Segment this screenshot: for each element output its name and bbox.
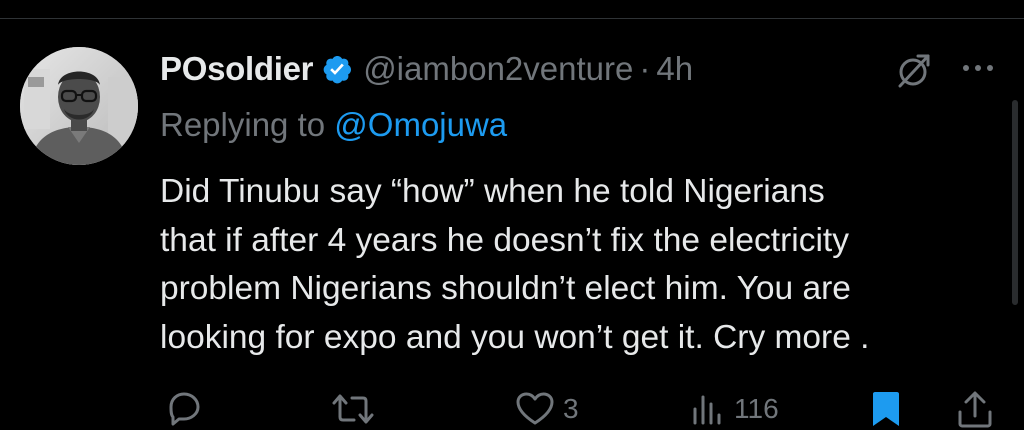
grok-icon[interactable] [894,54,934,88]
like-count: 3 [563,393,579,424]
tweet-text-line: problem Nigerians shouldn’t elect him. Y… [160,270,851,307]
avatar-photo [20,47,138,165]
retweet-button[interactable] [330,388,376,430]
tweet-text-line: Did Tinubu say “how” when he told Nigeri… [160,173,825,210]
like-button[interactable]: 3 [515,388,579,430]
replying-prefix: Replying to [160,106,326,143]
replying-to: Replying to @Omojuwa [160,106,507,144]
views-button[interactable]: 116 [690,388,779,430]
share-button[interactable] [955,388,995,430]
tweet-text-line: that if after 4 years he doesn’t fix the… [160,221,849,259]
views-icon [693,395,721,425]
scrollbar[interactable] [1012,100,1018,305]
reply-button[interactable] [163,388,203,430]
replying-to-mention[interactable]: @Omojuwa [334,106,507,143]
heart-icon [516,392,554,425]
tweet-header: POsoldier @iambon2venture · 4h [160,49,693,89]
avatar[interactable] [20,47,138,165]
reply-icon [169,392,200,426]
views-count: 116 [734,393,779,424]
share-icon [958,391,992,428]
author-name[interactable]: POsoldier [160,50,313,88]
bookmark-button[interactable] [869,388,903,430]
retweet-icon [332,394,374,424]
author-handle[interactable]: @iambon2venture [363,50,633,88]
action-bar: 3 116 [0,388,1024,430]
verified-badge-icon [321,53,353,85]
tweet-text-line: looking for expo and you won’t get it. C… [160,318,870,356]
more-icon[interactable] [960,60,996,76]
bookmark-icon [873,392,899,426]
top-divider [0,18,1024,19]
timestamp[interactable]: 4h [656,50,693,88]
header-separator: · [639,50,651,87]
tweet-text: Did Tinubu say “how” when he told Nigeri… [160,168,1010,362]
